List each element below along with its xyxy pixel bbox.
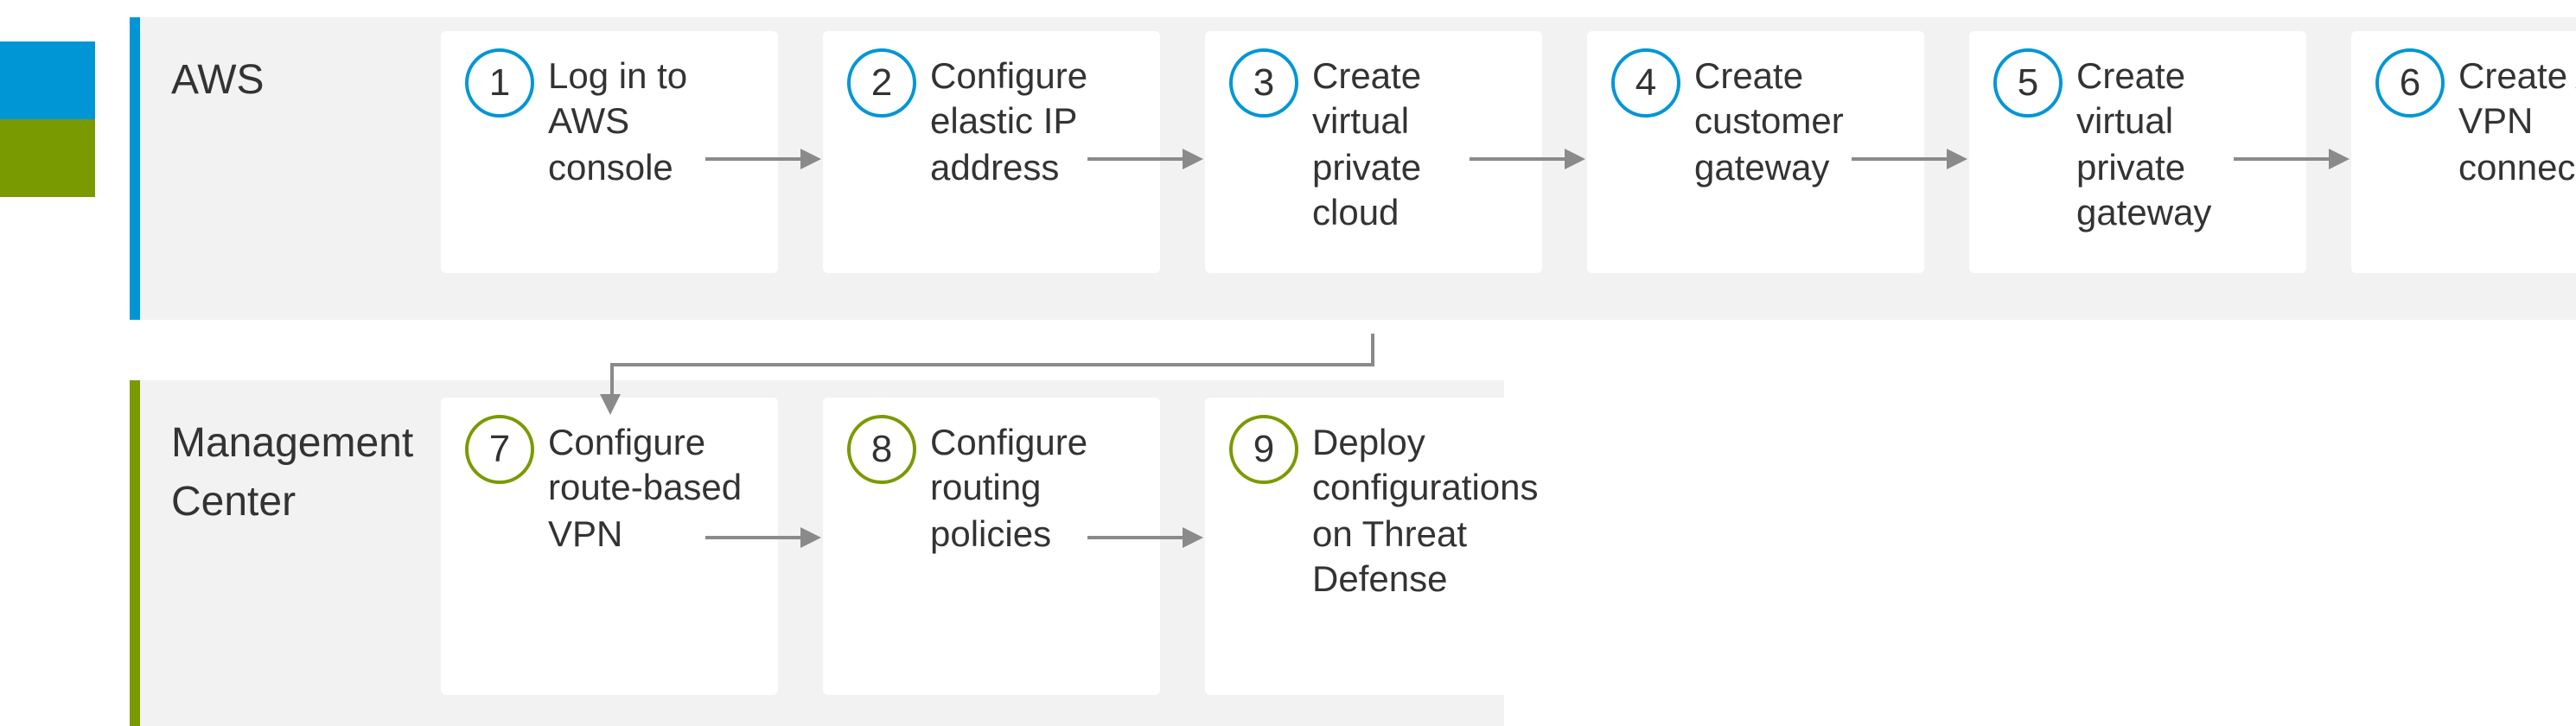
- accent-square-green: [0, 119, 95, 197]
- workflow-diagram: AWS Management Center 1 Log in to AWS co…: [0, 0, 2576, 583]
- step-7-text: Configure route-based VPN: [548, 424, 742, 554]
- step-9-number: 9: [1229, 415, 1298, 484]
- step-7: 7 Configure route-based VPN: [441, 398, 778, 695]
- step-1-number: 1: [465, 48, 534, 118]
- step-5: 5 Create virtual private gateway: [1969, 31, 2306, 273]
- accent-square-blue: [0, 41, 95, 119]
- step-3-number: 3: [1229, 48, 1298, 118]
- arrow-8-9: [1087, 536, 1200, 539]
- arrow-4-5: [1852, 157, 1964, 161]
- step-5-text: Create virtual private gateway: [2076, 57, 2211, 233]
- step-9-text: Deploy configurations on Threat Defense: [1312, 424, 1539, 600]
- step-1-text: Log in to AWS console: [548, 57, 687, 188]
- step-8-number: 8: [847, 415, 916, 484]
- step-6-number: 6: [2375, 48, 2445, 118]
- arrow-3-branch-head: [600, 394, 621, 415]
- arrow-3-branch-h: [610, 363, 1374, 366]
- step-2-number: 2: [847, 48, 916, 118]
- step-1: 1 Log in to AWS console: [441, 31, 778, 273]
- step-6-text: Create AWS VPN connection: [2458, 57, 2576, 188]
- step-4-number: 4: [1611, 48, 1680, 118]
- step-6: 6 Create AWS VPN connection: [2351, 31, 2576, 273]
- step-9: 9 Deploy configurations on Threat Defens…: [1205, 398, 1542, 695]
- arrow-1-2: [705, 157, 818, 161]
- lane-label-aws: AWS: [171, 52, 430, 110]
- arrow-3-branch-v: [1371, 334, 1374, 363]
- step-3: 3 Create virtual private cloud: [1205, 31, 1542, 273]
- step-2: 2 Configure elastic IP address: [823, 31, 1160, 273]
- lane-label-mc: Management Center: [171, 415, 430, 531]
- arrow-3-4: [1470, 157, 1582, 161]
- step-8-text: Configure routing policies: [930, 424, 1087, 554]
- step-3-text: Create virtual private cloud: [1312, 57, 1421, 233]
- step-7-number: 7: [465, 415, 534, 484]
- step-2-text: Configure elastic IP address: [930, 57, 1087, 188]
- step-4: 4 Create customer gateway: [1587, 31, 1924, 273]
- arrow-5-6: [2234, 157, 2346, 161]
- arrow-7-8: [705, 536, 818, 539]
- arrow-3-branch-drop: [610, 363, 614, 398]
- step-5-number: 5: [1993, 48, 2063, 118]
- step-4-text: Create customer gateway: [1694, 57, 1844, 188]
- step-8: 8 Configure routing policies: [823, 398, 1160, 695]
- arrow-2-3: [1087, 157, 1200, 161]
